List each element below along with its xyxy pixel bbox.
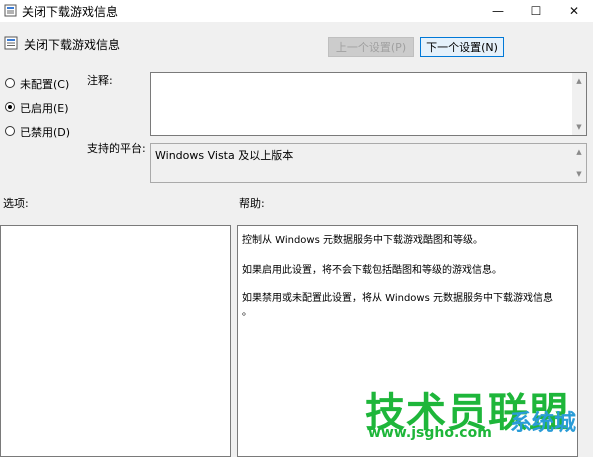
help-section-label: 帮助: — [239, 197, 265, 210]
help-text-line: 如果启用此设置，将不会下载包括酷图和等级的游戏信息。 — [242, 265, 502, 276]
comment-scrollbar[interactable]: ▲ ▼ — [572, 73, 586, 135]
comment-label: 注释: — [87, 74, 113, 87]
window-title: 关闭下载游戏信息 — [22, 5, 119, 19]
comment-textarea[interactable]: ▲ ▼ — [150, 72, 587, 136]
platform-value: Windows Vista 及以上版本 — [155, 149, 294, 162]
help-text-line: 控制从 Windows 元数据服务中下载游戏酷图和等级。 — [242, 235, 483, 246]
next-setting-button[interactable]: 下一个设置(N) — [420, 37, 504, 57]
radio-label: 未配置(C) — [20, 78, 70, 91]
radio-label: 已启用(E) — [20, 102, 69, 115]
options-section-label: 选项: — [3, 197, 29, 210]
radio-label: 已禁用(D) — [20, 126, 71, 139]
platform-scrollbar[interactable]: ▲ ▼ — [572, 144, 586, 182]
setting-name: 关闭下载游戏信息 — [24, 38, 121, 52]
scroll-down-icon[interactable]: ▼ — [574, 169, 584, 179]
title-bar: 关闭下载游戏信息 — ☐ ✕ — [0, 0, 593, 22]
watermark-side-logo: 系统城 — [510, 411, 577, 436]
policy-setting-icon — [4, 36, 18, 50]
platform-box: Windows Vista 及以上版本 ▲ ▼ — [150, 143, 587, 183]
platform-label: 支持的平台: — [87, 142, 146, 155]
radio-dot — [8, 105, 12, 109]
scroll-down-icon[interactable]: ▼ — [574, 122, 584, 132]
previous-setting-button[interactable]: 上一个设置(P) — [328, 37, 414, 57]
scroll-up-icon[interactable]: ▲ — [574, 76, 584, 86]
minimize-button[interactable]: — — [479, 0, 517, 22]
radio-circle[interactable] — [5, 126, 15, 136]
maximize-button[interactable]: ☐ — [517, 0, 555, 22]
policy-icon — [4, 4, 17, 17]
options-panel — [0, 225, 231, 457]
radio-circle-selected[interactable] — [5, 102, 15, 112]
help-text-line: 如果禁用或未配置此设置，将从 Windows 元数据服务中下载游戏信息 — [242, 293, 553, 304]
close-button[interactable]: ✕ — [555, 0, 593, 22]
help-text-line: 。 — [242, 307, 252, 318]
scroll-up-icon[interactable]: ▲ — [574, 147, 584, 157]
radio-circle[interactable] — [5, 78, 15, 88]
watermark-url: www.jsgho.com — [368, 425, 492, 441]
